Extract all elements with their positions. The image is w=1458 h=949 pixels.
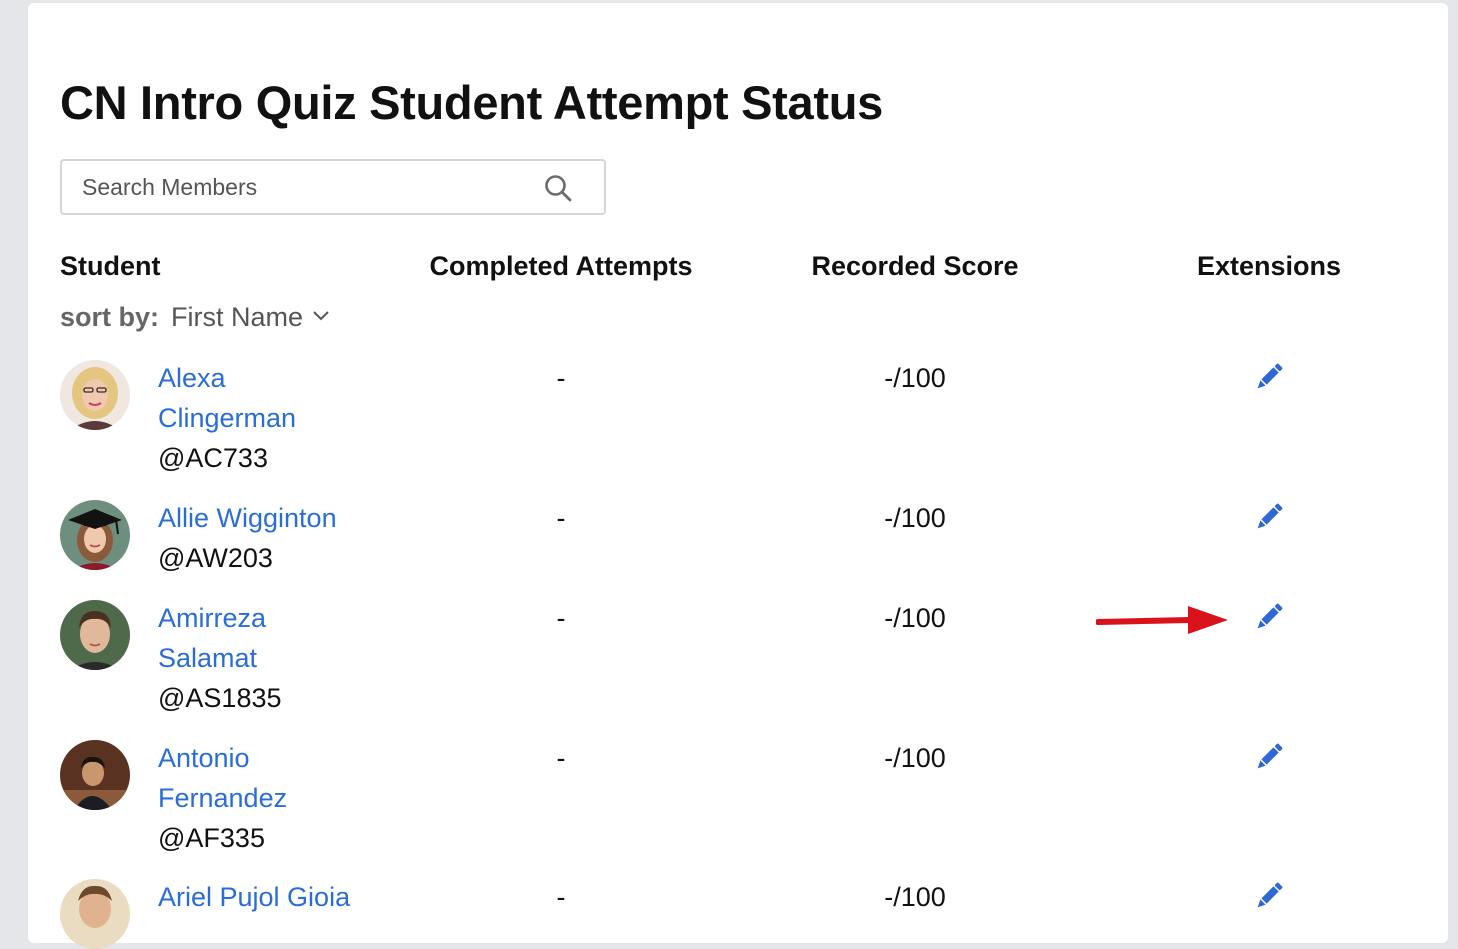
header-extensions: Extensions bbox=[1196, 251, 1342, 281]
completed-attempts-value: - bbox=[556, 503, 566, 533]
completed-attempts-value: - bbox=[556, 882, 566, 912]
recorded-score-value: -/100 bbox=[884, 503, 946, 533]
recorded-score-value: -/100 bbox=[884, 882, 946, 912]
page-title: CN Intro Quiz Student Attempt Status bbox=[60, 76, 883, 129]
search-input[interactable] bbox=[62, 161, 552, 213]
avatar[interactable] bbox=[60, 879, 130, 949]
sort-label: sort by: bbox=[60, 302, 160, 332]
avatar[interactable] bbox=[60, 360, 130, 430]
recorded-score-value: -/100 bbox=[884, 363, 946, 393]
sort-control[interactable]: sort by: First Name bbox=[60, 302, 331, 333]
student-username: @AF335 bbox=[158, 823, 265, 853]
recorded-score-value: -/100 bbox=[884, 603, 946, 633]
student-username: @AS1835 bbox=[158, 683, 282, 713]
header-completed-attempts: Completed Attempts bbox=[429, 251, 693, 281]
completed-attempts-value: - bbox=[556, 363, 566, 393]
search-box[interactable] bbox=[60, 159, 606, 215]
header-student: Student bbox=[60, 251, 161, 281]
student-name-link[interactable]: Allie Wigginton bbox=[158, 498, 337, 538]
avatar[interactable] bbox=[60, 500, 130, 570]
student-name-link[interactable]: Amirreza Salamat bbox=[158, 598, 308, 678]
student-username: @AC733 bbox=[158, 443, 268, 473]
pencil-icon[interactable] bbox=[1254, 881, 1284, 911]
pencil-icon[interactable] bbox=[1254, 602, 1284, 632]
student-username: @AW203 bbox=[158, 543, 273, 573]
completed-attempts-value: - bbox=[556, 743, 566, 773]
completed-attempts-value: - bbox=[556, 603, 566, 633]
red-arrow-annotation bbox=[1096, 606, 1228, 634]
main-card: CN Intro Quiz Student Attempt Status Stu… bbox=[28, 3, 1448, 949]
pencil-icon[interactable] bbox=[1254, 362, 1284, 392]
avatar[interactable] bbox=[60, 600, 130, 670]
sort-value[interactable]: First Name bbox=[171, 302, 303, 332]
avatar[interactable] bbox=[60, 740, 130, 810]
student-name-link[interactable]: Antonio Fernandez bbox=[158, 738, 318, 818]
pencil-icon[interactable] bbox=[1254, 502, 1284, 532]
student-name-link[interactable]: Ariel Pujol Gioia bbox=[158, 877, 350, 917]
student-name-link[interactable]: Alexa Clingerman bbox=[158, 358, 318, 438]
header-recorded-score: Recorded Score bbox=[811, 251, 1019, 281]
recorded-score-value: -/100 bbox=[884, 743, 946, 773]
chevron-down-icon[interactable] bbox=[311, 309, 331, 323]
search-icon[interactable] bbox=[544, 174, 572, 202]
pencil-icon[interactable] bbox=[1254, 742, 1284, 772]
